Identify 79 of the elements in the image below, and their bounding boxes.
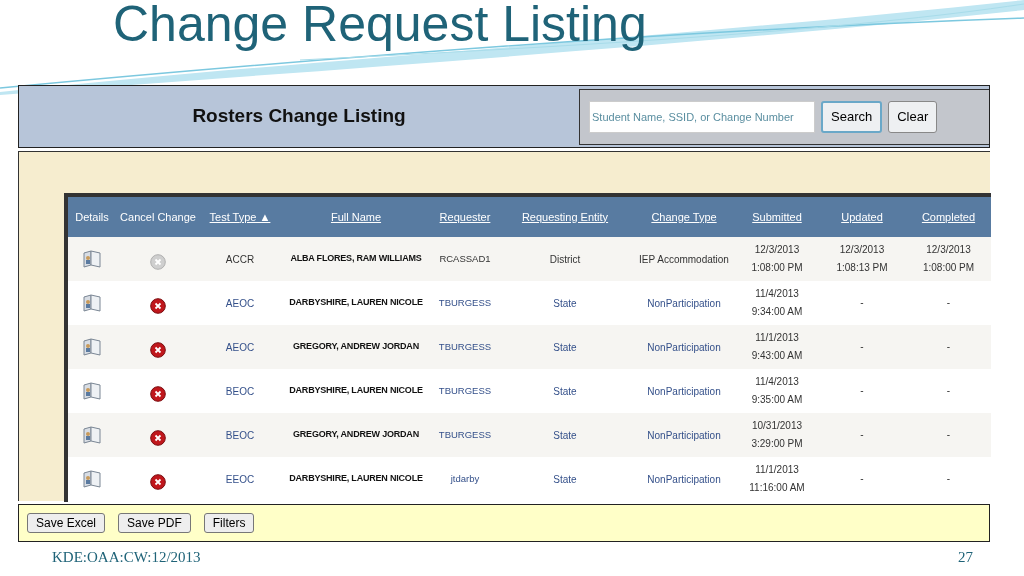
table-cell: ALBA FLORES, RAM WILLIAMS bbox=[290, 252, 422, 266]
table-cell-text: State bbox=[552, 340, 578, 355]
table-cell-text: BEOC bbox=[224, 428, 256, 443]
table-cell-text: TBURGESS bbox=[438, 339, 492, 354]
column-header[interactable]: Full Name bbox=[330, 208, 382, 226]
clear-button[interactable]: Clear bbox=[888, 100, 938, 133]
table-cell-text: TBURGESS bbox=[438, 427, 492, 442]
table-cell-text: 12/3/2013 1:08:13 PM bbox=[835, 243, 889, 275]
document-icon[interactable] bbox=[82, 426, 102, 444]
table-cell: GREGORY, ANDREW JORDAN bbox=[293, 340, 419, 354]
toolbar-button[interactable]: Filters bbox=[203, 513, 255, 533]
search-button[interactable]: Search bbox=[821, 100, 883, 133]
table-cell-text: NonParticipation bbox=[646, 428, 722, 443]
table-cell-text: District bbox=[548, 252, 582, 267]
table-cell-text: EEOC bbox=[224, 472, 256, 487]
table-cell-text: IEP Accommodation bbox=[638, 252, 730, 267]
column-header[interactable]: Requesting Entity bbox=[521, 208, 609, 226]
search-field[interactable]: Student Name, SSID, or Change Number bbox=[589, 100, 815, 133]
toolbar-button[interactable]: Save Excel bbox=[27, 513, 106, 533]
table-cell-text: State bbox=[552, 428, 578, 443]
table-cell-text: - bbox=[859, 340, 865, 354]
table-cell-text: - bbox=[945, 296, 952, 310]
table-cell-text: - bbox=[859, 296, 865, 310]
cancel-icon[interactable] bbox=[150, 298, 166, 314]
slide-footer: KDE:OAA:CW:12/2013 bbox=[52, 546, 201, 569]
table-cell-text: State bbox=[552, 384, 578, 399]
table-cell-text: 10/31/2013 3:29:00 PM bbox=[750, 419, 804, 451]
document-icon[interactable] bbox=[82, 250, 102, 268]
document-icon[interactable] bbox=[82, 294, 102, 312]
page-heading: Rosters Change Listing bbox=[191, 104, 407, 129]
document-icon[interactable] bbox=[82, 382, 102, 400]
table-cell-text: - bbox=[859, 472, 865, 486]
column-header: Details bbox=[75, 209, 109, 225]
document-icon[interactable] bbox=[82, 470, 102, 488]
column-header[interactable]: Updated bbox=[841, 208, 883, 226]
table-cell-text: 11/1/2013 9:43:00 AM bbox=[750, 331, 804, 363]
table-cell: DARBYSHIRE, LAUREN NICOLE bbox=[289, 384, 423, 398]
table-cell-text: - bbox=[859, 384, 865, 398]
table-cell-text: State bbox=[552, 472, 578, 487]
table-cell-text: NonParticipation bbox=[646, 296, 722, 311]
cancel-icon[interactable] bbox=[150, 430, 166, 446]
column-header: Cancel Change bbox=[120, 209, 196, 225]
table-cell-text: NonParticipation bbox=[646, 340, 722, 355]
table-cell-text: RCASSAD1 bbox=[439, 251, 491, 266]
column-header[interactable]: Requester bbox=[439, 208, 491, 226]
table-cell-text: - bbox=[859, 428, 865, 442]
table-cell-text: 12/3/2013 1:08:00 PM bbox=[750, 243, 804, 275]
column-header[interactable]: Test Type ▲ bbox=[209, 208, 271, 226]
cancel-icon[interactable] bbox=[150, 474, 166, 490]
table-cell: DARBYSHIRE, LAUREN NICOLE bbox=[289, 472, 423, 486]
page-number: 27 bbox=[958, 548, 973, 567]
table-cell-text: TBURGESS bbox=[438, 295, 492, 310]
table-cell-text: jtdarby bbox=[450, 471, 480, 486]
table-cell: GREGORY, ANDREW JORDAN bbox=[293, 428, 419, 442]
table-cell-text: 12/3/2013 1:08:00 PM bbox=[921, 243, 976, 275]
table-cell-text: 11/4/2013 9:35:00 AM bbox=[750, 375, 804, 407]
column-header[interactable]: Submitted bbox=[752, 208, 802, 226]
table-cell-text: AEOC bbox=[224, 296, 256, 311]
cancel-icon[interactable] bbox=[150, 342, 166, 358]
table-cell: DARBYSHIRE, LAUREN NICOLE bbox=[289, 296, 423, 310]
table-cell-text: State bbox=[552, 296, 578, 311]
table-cell-text: - bbox=[945, 428, 952, 442]
table-cell-text: ACCR bbox=[224, 252, 256, 267]
column-header[interactable]: Completed bbox=[921, 208, 976, 226]
toolbar-button[interactable]: Save PDF bbox=[118, 513, 191, 533]
table-cell-text: - bbox=[945, 384, 952, 398]
table-cell-text: - bbox=[945, 340, 952, 354]
table-cell-text: AEOC bbox=[224, 340, 256, 355]
table-cell-text: 11/4/2013 9:34:00 AM bbox=[750, 287, 804, 319]
document-icon[interactable] bbox=[82, 338, 102, 356]
table-cell-text: TBURGESS bbox=[438, 383, 492, 398]
table-cell-text: 11/1/2013 11:16:00 AM bbox=[748, 463, 806, 495]
table-cell-text: - bbox=[945, 472, 952, 486]
table-cell-text: NonParticipation bbox=[646, 472, 722, 487]
column-header[interactable]: Change Type bbox=[651, 208, 717, 226]
table-cell-text: BEOC bbox=[224, 384, 256, 399]
slide-title: Change Request Listing bbox=[113, 0, 647, 54]
table-cell-text: NonParticipation bbox=[646, 384, 722, 399]
cancel-icon[interactable] bbox=[150, 386, 166, 402]
